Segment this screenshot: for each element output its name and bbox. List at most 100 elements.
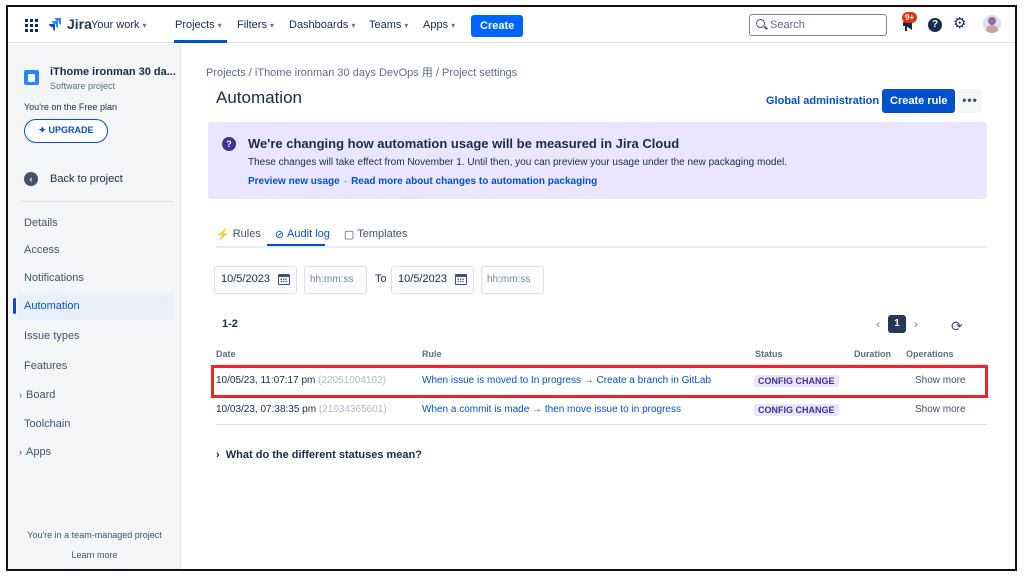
active-tab-indicator [267,244,325,246]
create-button[interactable]: Create [471,15,524,37]
table-row-date: 10/03/23, 07:38:35 pm (21934365601) [216,404,387,415]
sidebar-item-details[interactable]: Details [18,210,174,237]
nav-label: Apps [423,19,449,31]
sidebar-item-features[interactable]: Features [18,353,174,380]
nav-label: Your work [91,19,140,31]
create-rule-button[interactable]: Create rule [882,89,956,113]
calendar-icon [455,274,467,285]
page-title: Automation [216,88,302,107]
help-icon[interactable]: ? [928,18,942,32]
run-date: 10/03/23, 07:38:35 pm [216,404,317,415]
current-page-button[interactable]: 1 [888,315,906,333]
project-avatar-icon [24,70,39,85]
sidebar-item-label: Board [26,389,56,401]
nav-teams[interactable]: Teams ▾ [369,19,408,31]
rule-link[interactable]: When a commit is made → then move issue … [422,404,681,415]
project-type: Software project [50,81,116,91]
nav-dashboards[interactable]: Dashboards ▾ [289,19,355,31]
chevron-down-icon: ▾ [269,20,274,30]
nav-label: Dashboards [289,19,349,31]
next-page-button[interactable]: › [914,317,918,331]
sidebar-divider [20,201,173,202]
time-placeholder: hh:mm:ss [310,274,354,285]
nav-label: Filters [237,19,267,31]
chevron-down-icon: ▾ [142,20,147,30]
app-window: Jira Your work ▾ Projects ▾ Filters ▾ Dashb… [6,5,1017,571]
column-header-date: Date [216,349,236,359]
tab-templates[interactable]: ▢ Templates [344,225,408,243]
automation-tabs: ⚡ Rules ⊘ Audit log ▢ Templates [216,225,407,243]
top-navigation: Jira Your work ▾ Projects ▾ Filters ▾ Dashb… [8,7,1015,43]
to-date-value: 10/5/2023 [398,273,447,285]
upgrade-label: UPGRADE [48,125,94,135]
sidebar-item-board[interactable]: › Board [13,382,169,409]
show-more-button[interactable]: Show more [915,404,966,415]
tab-label: Rules [232,228,261,240]
sidebar-item-automation[interactable]: Automation [18,293,174,320]
nav-label: Projects [175,19,215,31]
tab-rules[interactable]: ⚡ Rules [216,225,261,243]
upgrade-button[interactable]: ✦ UPGRADE [24,119,108,143]
tab-audit-log[interactable]: ⊘ Audit log [275,225,330,243]
to-label: To [375,273,387,285]
nav-apps[interactable]: Apps ▾ [423,19,455,31]
back-to-project-link[interactable]: ‹ Back to project [24,172,123,186]
template-icon: ▢ [343,228,355,241]
sidebar-item-issue-types[interactable]: Issue types [18,323,174,350]
read-more-link[interactable]: Read more about changes to automation pa… [351,176,597,187]
from-time-input[interactable]: hh:mm:ss [304,266,367,294]
brand-name: Jira [67,16,92,32]
back-label: Back to project [50,173,123,185]
result-count: 1-2 [222,318,238,330]
search-placeholder: Search [770,19,805,31]
prev-page-button[interactable]: ‹ [876,317,880,331]
sidebar-item-apps[interactable]: › Apps [13,439,169,466]
search-icon [756,19,765,28]
tab-label: Audit log [287,228,330,240]
tab-label: Templates [357,228,408,240]
jira-logo[interactable]: Jira [48,16,92,32]
sidebar-item-toolchain[interactable]: Toolchain [18,411,174,438]
nav-your-work[interactable]: Your work ▾ [91,19,147,31]
notifications-button[interactable]: 9+ [900,12,918,36]
sparkle-icon: ✦ [38,125,49,135]
chevron-down-icon: ▾ [351,20,356,30]
row-divider [216,424,987,425]
jira-logo-icon [49,18,61,31]
chevron-down-icon: ▾ [404,20,409,30]
lightning-icon: ⚡ [216,228,230,241]
refresh-icon[interactable]: ⟳ [951,318,963,335]
global-administration-link[interactable]: Global administration [766,95,879,107]
breadcrumb[interactable]: Projects / iThome ironman 30 days DevOps… [206,64,517,80]
banner-title: We're changing how automation usage will… [248,136,680,151]
sidebar-item-label: Apps [26,446,52,458]
to-time-input[interactable]: hh:mm:ss [481,266,544,294]
sidebar-item-access[interactable]: Access [18,237,174,264]
statuses-help-expander[interactable]: › What do the different statuses mean? [216,449,422,461]
chevron-right-icon: › [19,447,22,457]
highlight-annotation-box [211,365,988,398]
column-header-operations: Operations [906,349,954,359]
project-name[interactable]: iThome ironman 30 da... [50,66,176,78]
settings-gear-icon[interactable]: ⚙ [953,16,966,32]
chevron-down-icon: ▾ [217,20,222,30]
question-icon: ? [222,137,236,151]
from-date-value: 10/5/2023 [221,273,270,285]
sidebar-item-notifications[interactable]: Notifications [18,265,174,292]
notification-count-badge: 9+ [902,12,918,23]
search-input[interactable]: Search [749,14,887,36]
preview-usage-link[interactable]: Preview new usage [248,176,340,187]
user-avatar[interactable] [983,15,1001,33]
more-actions-button[interactable]: ••• [958,89,982,113]
column-header-status: Status [755,349,783,359]
execution-id: (21934365601) [318,404,387,415]
learn-more-link[interactable]: Learn more [8,550,181,560]
chevron-right-icon: › [216,449,226,461]
to-date-picker[interactable]: 10/5/2023 [391,266,474,294]
app-switcher-icon[interactable] [25,19,38,32]
nav-filters[interactable]: Filters ▾ [237,19,274,31]
nav-label: Teams [369,19,402,31]
from-date-picker[interactable]: 10/5/2023 [214,266,297,294]
nav-projects[interactable]: Projects ▾ [175,19,222,31]
status-badge: CONFIG CHANGE [754,404,839,416]
